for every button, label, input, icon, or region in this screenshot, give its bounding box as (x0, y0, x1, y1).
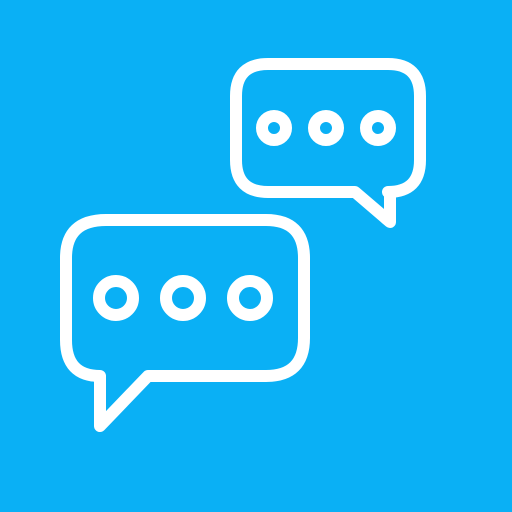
chat-bubbles-icon (0, 0, 512, 512)
app-icon (0, 0, 512, 512)
icon-background (0, 0, 512, 512)
